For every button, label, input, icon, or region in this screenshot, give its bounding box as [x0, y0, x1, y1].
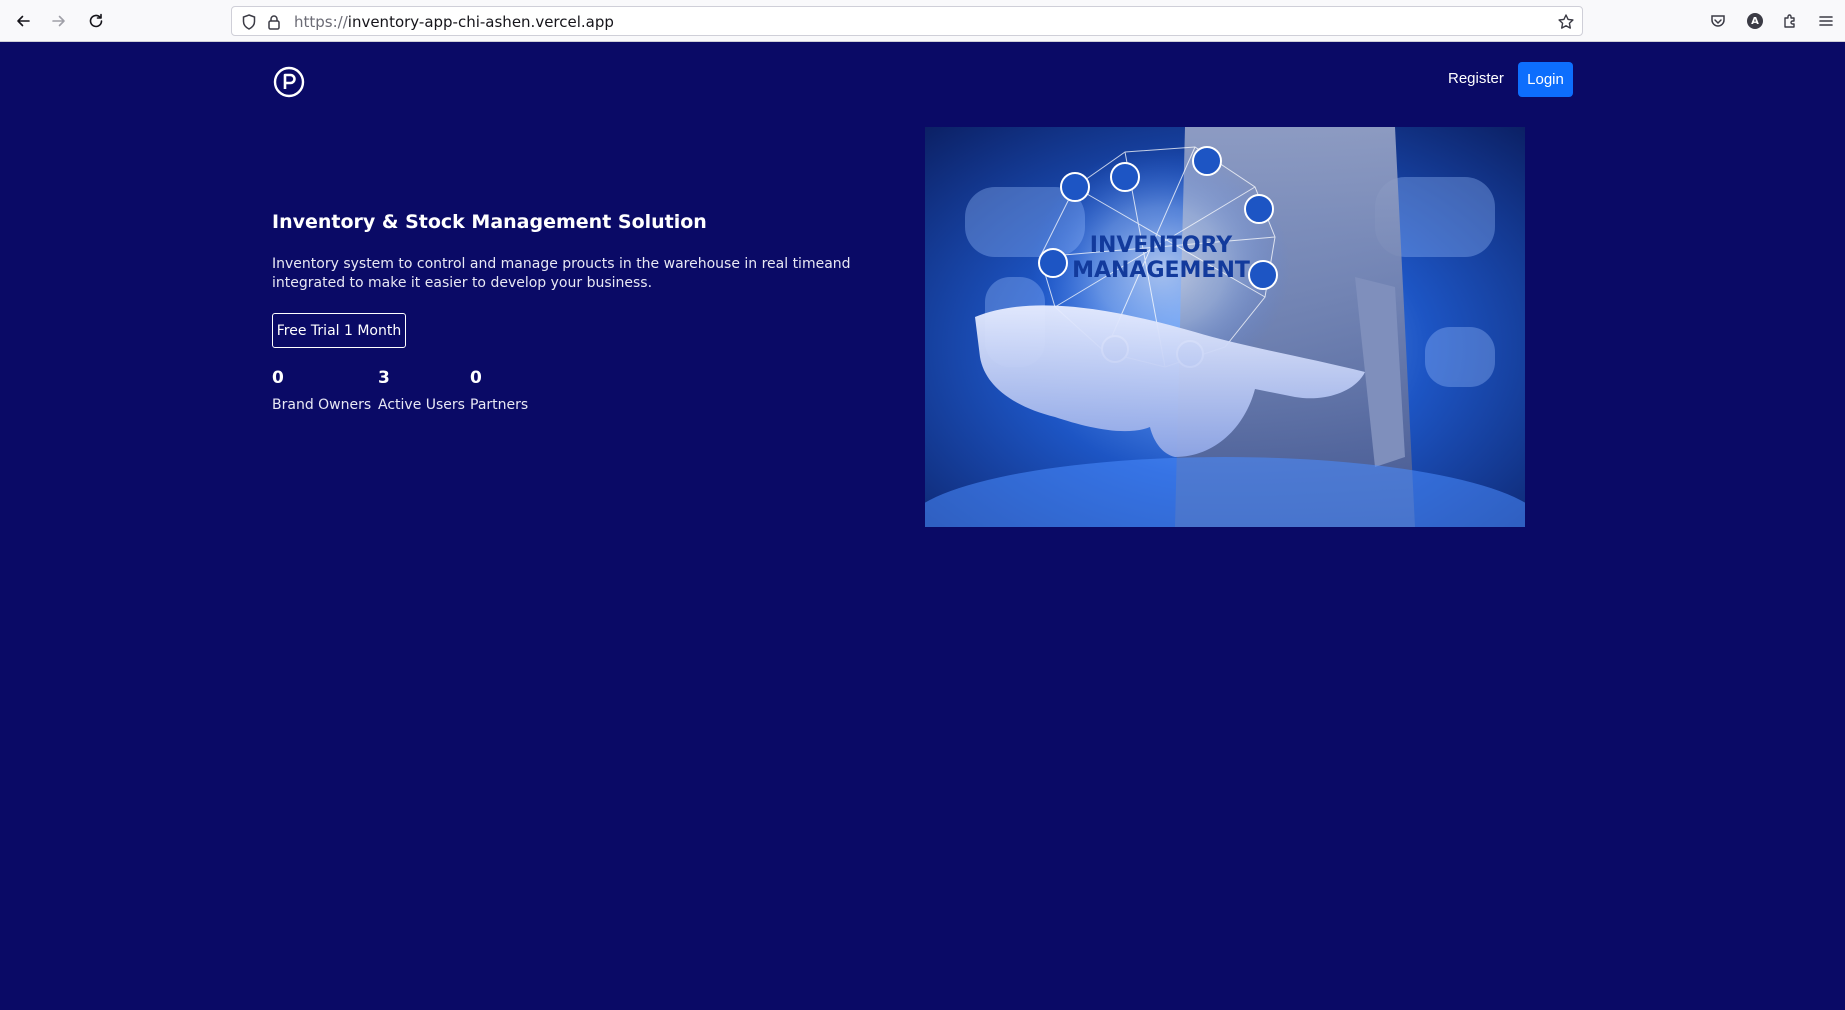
url-text[interactable]: https://inventory-app-chi-ashen.vercel.a…	[294, 13, 614, 31]
hero-image: INVENTORY MANAGEMENT	[925, 127, 1525, 527]
logo-p-icon[interactable]	[273, 66, 305, 98]
account-initial: A	[1751, 15, 1759, 27]
stat-active-users: 3 Active Users	[378, 368, 465, 413]
address-bar[interactable]: https://inventory-app-chi-ashen.vercel.a…	[231, 6, 1583, 36]
stat-brand-owners: 0 Brand Owners	[272, 368, 371, 413]
forward-icon[interactable]	[48, 10, 70, 32]
image-text-inventory: INVENTORY	[1090, 233, 1234, 258]
stat-partners: 0 Partners	[470, 368, 528, 413]
account-icon[interactable]: A	[1745, 11, 1765, 31]
url-host: inventory-app-chi-ashen.vercel.app	[347, 13, 614, 31]
url-scheme: https://	[294, 13, 348, 31]
stat-value: 0	[272, 368, 284, 388]
free-trial-button[interactable]: Free Trial 1 Month	[272, 313, 406, 348]
star-icon[interactable]	[1557, 13, 1575, 31]
login-button[interactable]: Login	[1518, 62, 1573, 97]
page-body: Register Login Inventory & Stock Managem…	[0, 42, 1845, 1010]
browser-toolbar: https://inventory-app-chi-ashen.vercel.a…	[0, 0, 1845, 42]
pocket-icon[interactable]	[1708, 11, 1728, 31]
stat-label: Active Users	[378, 397, 465, 413]
image-text-management: MANAGEMENT	[1072, 258, 1250, 283]
lock-icon[interactable]	[265, 13, 283, 31]
stat-label: Partners	[470, 397, 529, 413]
stat-label: Brand Owners	[272, 397, 372, 413]
hero-description: Inventory system to control and manage p…	[272, 256, 851, 291]
hero-title: Inventory & Stock Management Solution	[272, 211, 707, 233]
reload-icon[interactable]	[85, 10, 107, 32]
extensions-icon[interactable]	[1780, 11, 1800, 31]
stat-value: 0	[470, 368, 482, 388]
register-link[interactable]: Register	[1448, 70, 1504, 87]
back-icon[interactable]	[12, 10, 34, 32]
stat-value: 3	[378, 368, 390, 388]
shield-icon[interactable]	[240, 13, 258, 31]
menu-icon[interactable]	[1816, 11, 1836, 31]
